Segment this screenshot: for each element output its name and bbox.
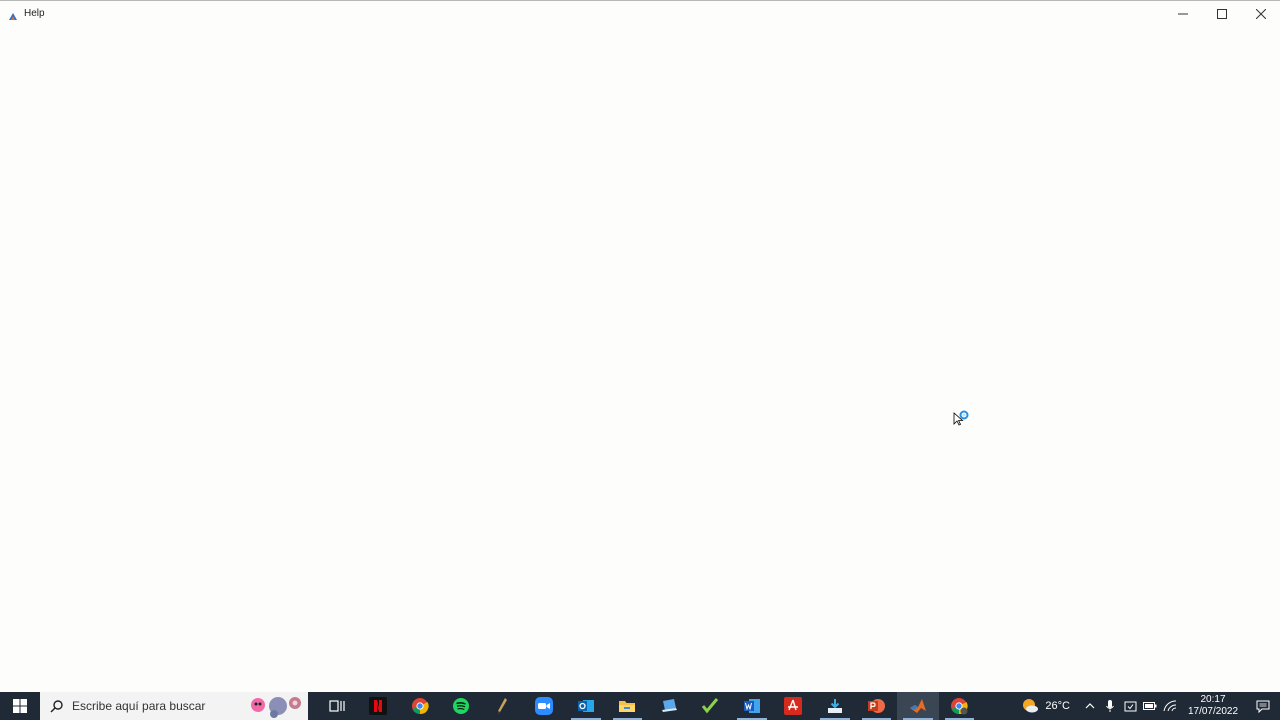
taskbar-app-matlab[interactable] — [897, 692, 939, 720]
weather-widget[interactable]: 26°C — [1021, 692, 1080, 720]
taskbar-app-zoom[interactable] — [524, 692, 566, 720]
wifi-tray-button[interactable] — [1160, 692, 1180, 720]
window-controls — [1163, 1, 1280, 26]
security-center-icon — [1124, 701, 1136, 711]
clock-date: 17/07/2022 — [1187, 706, 1239, 717]
installer-icon — [827, 699, 842, 713]
title-bar[interactable]: Help — [0, 1, 1280, 26]
close-button[interactable] — [1241, 1, 1280, 26]
busy-pointer-icon — [953, 410, 971, 430]
taskbar-app-chrome[interactable] — [399, 692, 441, 720]
clock-time: 20:17 — [1200, 694, 1226, 705]
minimize-button[interactable] — [1163, 1, 1202, 26]
windows-logo-icon — [13, 699, 27, 713]
microphone-icon — [1106, 700, 1114, 712]
window-title: Help — [24, 8, 45, 19]
outlook-icon — [577, 700, 594, 712]
weather-temperature: 26°C — [1045, 700, 1070, 712]
minimize-icon — [1177, 13, 1188, 14]
maximize-icon — [1216, 8, 1227, 19]
taskbar-app-outlook[interactable] — [565, 692, 607, 720]
taskbar-app-file-explorer[interactable] — [607, 692, 649, 720]
taskbar-app-powerpoint[interactable] — [856, 692, 898, 720]
word-icon — [743, 699, 760, 713]
search-placeholder: Escribe aquí para buscar — [72, 699, 206, 713]
help-window: Help — [0, 0, 1280, 692]
partly-sunny-icon — [1023, 699, 1039, 713]
task-view-button[interactable] — [316, 692, 358, 720]
laptop-app-icon — [661, 699, 677, 712]
battery-tray-button[interactable] — [1140, 692, 1160, 720]
netflix-icon — [369, 697, 388, 715]
spotify-icon — [453, 698, 470, 714]
matlab-icon — [909, 699, 926, 713]
taskbar-app-acrobat[interactable] — [773, 692, 815, 720]
taskbar-app-spotify[interactable] — [441, 692, 483, 720]
action-center-button[interactable] — [1246, 692, 1280, 720]
taskbar: Escribe aquí para buscar 26°C 20:17 17/0… — [0, 692, 1280, 720]
help-content-area[interactable] — [0, 26, 1280, 693]
help-app-icon — [8, 9, 18, 20]
powerpoint-icon — [868, 699, 886, 713]
task-view-icon — [329, 700, 345, 712]
search-icon — [50, 700, 63, 713]
taskbar-app-laptop[interactable] — [648, 692, 690, 720]
wifi-icon — [1163, 700, 1177, 712]
system-tray: 26°C 20:17 17/07/2022 — [1021, 692, 1280, 720]
taskbar-clock[interactable]: 20:17 17/07/2022 — [1180, 692, 1246, 720]
notification-icon — [1256, 700, 1270, 713]
taskbar-app-list — [316, 692, 980, 720]
taskbar-app-installer[interactable] — [814, 692, 856, 720]
chrome-profile-icon — [951, 698, 968, 715]
taskbar-app-pen-tool[interactable] — [482, 692, 524, 720]
maximize-button[interactable] — [1202, 1, 1241, 26]
chevron-up-icon — [1085, 703, 1095, 709]
chrome-icon — [411, 698, 429, 715]
zoom-icon — [535, 697, 554, 715]
close-icon — [1255, 8, 1266, 19]
show-hidden-icons-button[interactable] — [1080, 692, 1100, 720]
battery-icon — [1143, 702, 1157, 710]
taskbar-app-word[interactable] — [731, 692, 773, 720]
pen-tool-icon — [497, 698, 507, 714]
taskbar-search-box[interactable]: Escribe aquí para buscar — [40, 692, 308, 720]
start-button[interactable] — [0, 692, 40, 720]
taskbar-app-chrome-profile[interactable] — [939, 692, 981, 720]
security-tray-button[interactable] — [1120, 692, 1140, 720]
microphone-tray-button[interactable] — [1100, 692, 1120, 720]
acrobat-icon — [784, 697, 803, 715]
taskbar-app-netflix[interactable] — [358, 692, 400, 720]
file-explorer-icon — [619, 701, 636, 712]
taskbar-app-checkmark[interactable] — [690, 692, 732, 720]
search-highlight-illustration-icon[interactable] — [248, 694, 306, 718]
checkmark-app-icon — [702, 698, 719, 714]
